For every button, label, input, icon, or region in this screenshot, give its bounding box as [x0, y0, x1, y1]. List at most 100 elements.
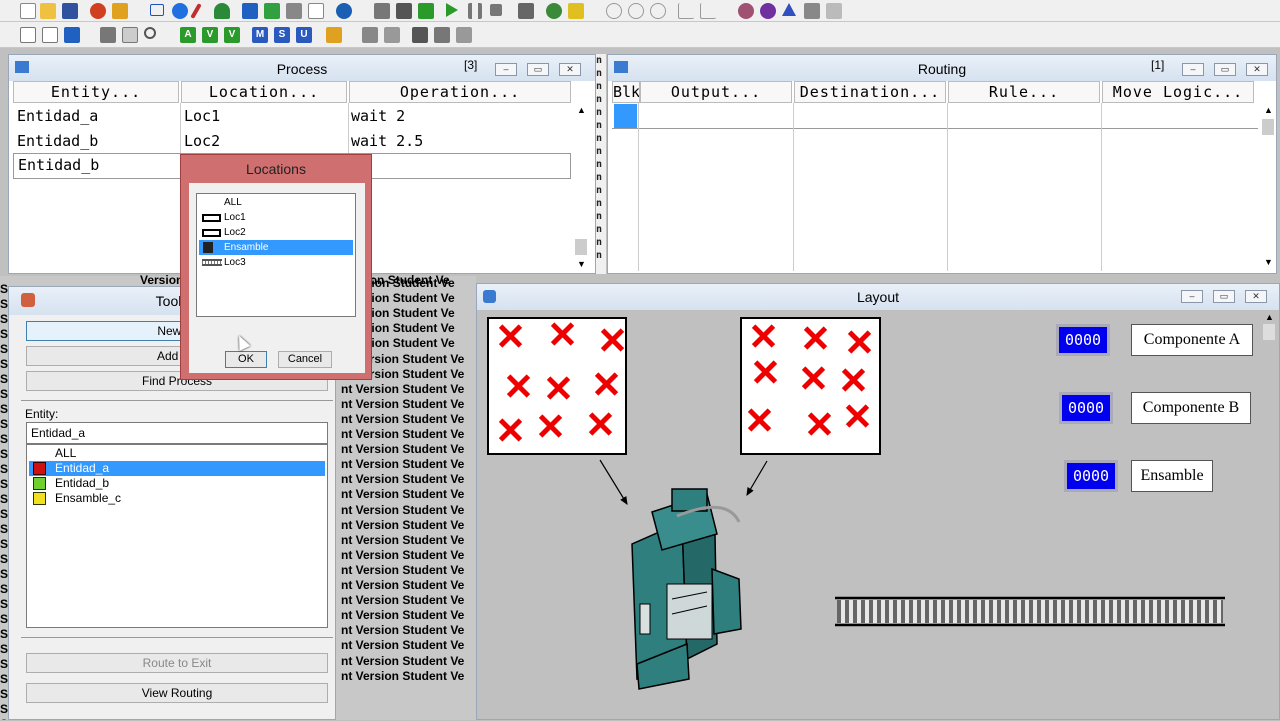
ensamble-label: Ensamble: [1131, 460, 1213, 492]
entity-item-entidad-b[interactable]: Entidad_b: [29, 476, 325, 491]
stop-icon[interactable]: [490, 4, 502, 16]
watermark-text: nt Version Student Ve: [341, 532, 465, 547]
entity-item-ensamble-c[interactable]: Ensamble_c: [29, 491, 325, 506]
process-close-button[interactable]: ✕: [559, 63, 581, 76]
view-icon[interactable]: [826, 3, 842, 19]
globe-icon[interactable]: [546, 3, 562, 19]
routing-close-button[interactable]: ✕: [1246, 63, 1268, 76]
rectangle-location-icon: [202, 214, 221, 222]
entity-list[interactable]: ALL Entidad_a Entidad_b Ensamble_c: [26, 444, 328, 628]
entity-marker-icon: [593, 371, 619, 397]
scroll-up-icon[interactable]: ▲: [1264, 105, 1273, 115]
location-item-loc1[interactable]: Loc1: [199, 210, 353, 225]
entity-item-label: Ensamble_c: [55, 491, 122, 505]
entity-marker-icon: [537, 413, 563, 439]
scroll-up-icon[interactable]: ▲: [577, 105, 586, 115]
locations-body: ALL Loc1 Loc2 Ensamble Loc3 OK Cancel: [189, 183, 365, 373]
location-item-loc2[interactable]: Loc2: [199, 225, 353, 240]
entity-item-label: Entidad_a: [55, 461, 110, 475]
filter3-icon[interactable]: [650, 3, 666, 19]
entity-marker-icon: [750, 323, 776, 349]
scroll-thumb[interactable]: [1262, 119, 1274, 135]
column-output[interactable]: Output...: [640, 81, 792, 103]
entity-marker-icon: [599, 327, 625, 353]
entity-field[interactable]: Entidad_a: [26, 422, 328, 444]
watermark-text: nt Version Student Ve: [341, 411, 465, 426]
entity-item-entidad-a[interactable]: Entidad_a: [29, 461, 325, 476]
column-blk[interactable]: Blk: [612, 81, 640, 103]
entity-marker-icon: [802, 325, 828, 351]
componente-b-counter: 0000: [1059, 392, 1113, 424]
routing-minimize-button[interactable]: –: [1182, 63, 1204, 76]
scroll-thumb[interactable]: [575, 239, 587, 255]
routing-selected-cell[interactable]: [614, 104, 637, 128]
view-routing-button[interactable]: View Routing: [26, 683, 328, 703]
watermark-text: nt Version Student Ve: [341, 608, 465, 623]
grid-icon[interactable]: [518, 3, 534, 19]
watermark-text: nt Version Student Ve: [341, 653, 465, 668]
componente-b-label: Componente B: [1131, 392, 1251, 424]
entity-marker-icon: [497, 323, 523, 349]
layout-minimize-button[interactable]: –: [1181, 290, 1203, 303]
layout-scrollbar[interactable]: ▲: [1261, 310, 1277, 718]
route-arrow: [746, 460, 768, 497]
location-item-all[interactable]: ALL: [199, 195, 353, 210]
locations-list[interactable]: ALL Loc1 Loc2 Ensamble Loc3: [196, 193, 356, 317]
loc2-location[interactable]: [740, 317, 881, 455]
watermark-text: nt Version Student Ve: [341, 442, 465, 457]
routing-title: Routing: [917, 61, 967, 77]
column-move-logic[interactable]: Move Logic...: [1102, 81, 1254, 103]
routing-title-bar: Routing [1] – ▭ ✕: [608, 55, 1276, 81]
yellow-cube-icon: [33, 492, 46, 505]
process-maximize-button[interactable]: ▭: [527, 63, 549, 76]
loc1-location[interactable]: [487, 317, 627, 455]
loc3-conveyor[interactable]: [835, 596, 1225, 627]
watermark-text: nt Version Student Ve: [341, 427, 465, 441]
layout-maximize-button[interactable]: ▭: [1213, 290, 1235, 303]
ensamble-counter: 0000: [1064, 460, 1118, 492]
layout-title: Layout: [856, 289, 900, 305]
tools-separator: [21, 400, 333, 401]
filter-icon[interactable]: [606, 3, 622, 19]
scroll-down-icon[interactable]: ▼: [1264, 257, 1273, 267]
filter2-icon[interactable]: [628, 3, 644, 19]
cancel-button[interactable]: Cancel: [278, 351, 332, 368]
chart-icon[interactable]: [678, 3, 694, 19]
chart2-icon[interactable]: [700, 3, 716, 19]
watermark-text: nt Version Student Ve: [341, 502, 465, 517]
ok-button[interactable]: OK: [225, 351, 267, 368]
entity-marker-icon: [806, 411, 832, 437]
watermark-text: nt Version Student Ve: [341, 638, 465, 653]
entity-item-label: Entidad_b: [55, 476, 110, 490]
splitter[interactable]: n n n n n n n n n n n n n n n n: [596, 54, 606, 274]
column-divider: [947, 103, 948, 271]
column-destination[interactable]: Destination...: [794, 81, 946, 103]
layout-window-icon: [483, 290, 496, 303]
location-item-loc3[interactable]: Loc3: [199, 255, 353, 270]
scroll-up-icon[interactable]: ▲: [1265, 312, 1274, 322]
layout-close-button[interactable]: ✕: [1245, 290, 1267, 303]
column-rule[interactable]: Rule...: [948, 81, 1100, 103]
scroll-thumb[interactable]: [1263, 324, 1275, 340]
paint-icon[interactable]: [804, 3, 820, 19]
routing-window-icon: [614, 61, 628, 73]
scroll-down-icon[interactable]: ▼: [577, 259, 586, 269]
gauge-icon[interactable]: [568, 3, 584, 19]
process-scrollbar[interactable]: ▲ ▼: [573, 103, 589, 273]
routing-maximize-button[interactable]: ▭: [1214, 63, 1236, 76]
process-minimize-button[interactable]: –: [495, 63, 517, 76]
triangle-icon[interactable]: [782, 3, 796, 16]
layout-window: Layout – ▭ ✕ 0000 Componente A 0000 Comp…: [476, 283, 1280, 720]
palette-icon[interactable]: [738, 3, 754, 19]
entity-item-label: ALL: [55, 446, 77, 460]
routing-scrollbar[interactable]: ▲ ▼: [1260, 103, 1276, 273]
location-item-ensamble[interactable]: Ensamble: [199, 240, 353, 255]
machine-icon: [203, 242, 213, 253]
route-to-exit-button[interactable]: Route to Exit: [26, 653, 328, 673]
entity-marker-icon: [549, 321, 575, 347]
ensamble-machine-icon[interactable]: [631, 488, 742, 690]
watermark-text: nt Version Student Ve: [341, 547, 465, 562]
spiral-icon[interactable]: [760, 3, 776, 19]
route-arrow: [599, 459, 628, 506]
entity-item-all[interactable]: ALL: [29, 446, 325, 461]
